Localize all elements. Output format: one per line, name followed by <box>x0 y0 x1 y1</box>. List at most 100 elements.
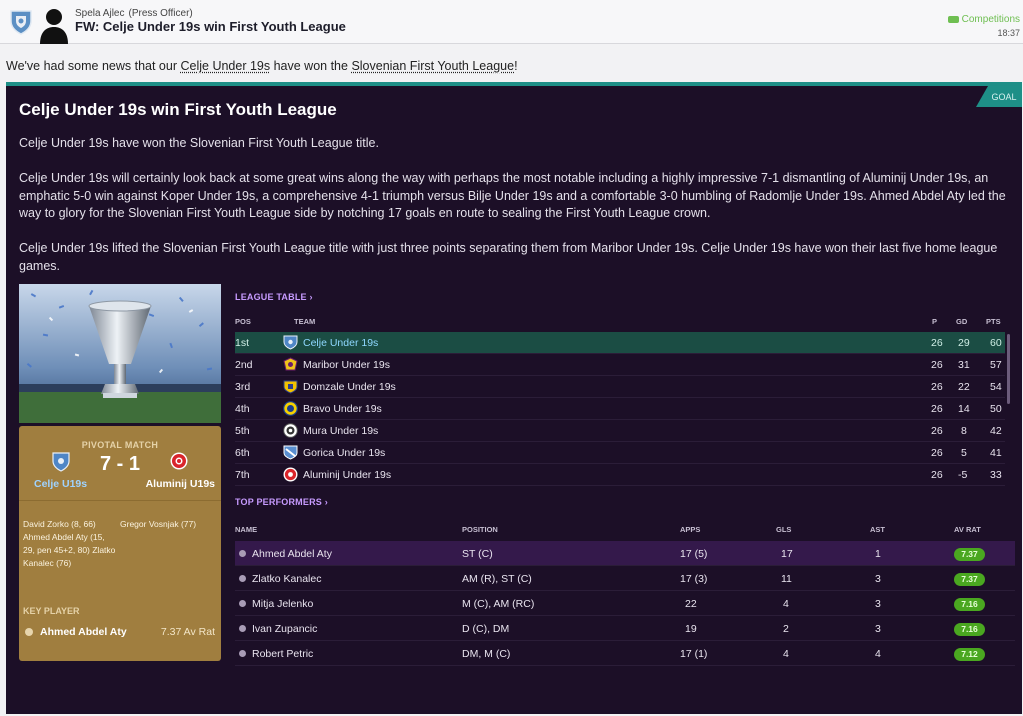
row-pos: 3rd <box>235 381 251 393</box>
pivotal-match-card[interactable]: PIVOTAL MATCH 7 - 1 Celje U19s Aluminij … <box>19 426 221 661</box>
league-table-link[interactable]: LEAGUE TABLE › <box>235 292 313 302</box>
row-team[interactable]: Gorica Under 19s <box>303 447 385 459</box>
row-gd: 14 <box>958 403 970 415</box>
intro-suffix: ! <box>514 59 518 73</box>
article-paragraph: Celje Under 19s have won the Slovenian F… <box>19 136 379 150</box>
player-position: DM, M (C) <box>462 648 511 660</box>
row-p: 26 <box>931 359 943 371</box>
top-performers-link[interactable]: TOP PERFORMERS › <box>235 497 328 507</box>
rating-badge: 7.16 <box>954 598 985 611</box>
row-gd: 29 <box>958 337 970 349</box>
table-row[interactable]: Ahmed Abdel Aty ST (C) 17 (5) 17 1 7.37 <box>235 541 1015 566</box>
gorica-badge-icon <box>283 445 298 460</box>
player-gls: 4 <box>783 648 789 660</box>
table-scrollbar[interactable] <box>1007 334 1010 404</box>
player-gls: 11 <box>781 573 792 585</box>
player-name[interactable]: Zlatko Kanalec <box>252 573 321 585</box>
message-header: Spela Ajlec (Press Officer) FW: Celje Und… <box>0 0 1023 44</box>
table-row[interactable]: 1st Celje Under 19s 26 29 60 <box>235 332 1005 354</box>
news-panel: GOAL Celje Under 19s win First Youth Lea… <box>6 82 1022 714</box>
row-gd: 22 <box>958 381 970 393</box>
player-position: D (C), DM <box>462 623 510 635</box>
key-player-label: KEY PLAYER <box>23 606 80 616</box>
row-team[interactable]: Aluminij Under 19s <box>303 469 391 481</box>
row-team[interactable]: Bravo Under 19s <box>303 403 382 415</box>
player-position: M (C), AM (RC) <box>462 598 535 610</box>
top-performers-rows: Ahmed Abdel Aty ST (C) 17 (5) 17 1 7.37 … <box>235 541 1015 666</box>
table-row[interactable]: Zlatko Kanalec AM (R), ST (C) 17 (3) 11 … <box>235 566 1015 591</box>
player-apps: 22 <box>685 598 697 610</box>
row-pts: 57 <box>990 359 1002 371</box>
sender-name: Spela Ajlec <box>75 8 125 19</box>
col-name: NAME <box>235 525 258 534</box>
top-performers-header: NAME POSITION APPS GLS AST AV RAT <box>235 525 1015 537</box>
home-team-name[interactable]: Celje U19s <box>34 478 87 490</box>
message-subject: FW: Celje Under 19s win First Youth Leag… <box>75 19 346 34</box>
table-row[interactable]: 4th Bravo Under 19s 26 14 50 <box>235 398 1005 420</box>
avatar-silhouette-icon[interactable] <box>37 4 71 44</box>
away-scorers: Gregor Vosnjak (77) <box>120 519 197 529</box>
row-pts: 50 <box>990 403 1002 415</box>
row-pos: 2nd <box>235 359 253 371</box>
away-team-name[interactable]: Aluminij U19s <box>146 478 215 490</box>
celje-badge-icon <box>283 335 298 350</box>
table-row[interactable]: 5th Mura Under 19s 26 8 42 <box>235 420 1005 442</box>
aluminij-badge-icon <box>170 452 188 470</box>
row-gd: 5 <box>961 447 967 459</box>
key-player-name: Ahmed Abdel Aty <box>40 626 127 638</box>
player-name[interactable]: Ahmed Abdel Aty <box>252 548 332 560</box>
row-team[interactable]: Celje Under 19s <box>303 337 378 349</box>
club-shield-icon[interactable] <box>9 9 33 35</box>
table-row[interactable]: Ivan Zupancic D (C), DM 19 2 3 7.16 <box>235 616 1015 641</box>
row-p: 26 <box>931 337 943 349</box>
row-p: 26 <box>931 381 943 393</box>
row-pos: 6th <box>235 447 250 459</box>
row-p: 26 <box>931 403 943 415</box>
chevron-right-icon: › <box>309 292 313 302</box>
row-team[interactable]: Mura Under 19s <box>303 425 378 437</box>
player-name[interactable]: Robert Petric <box>252 648 313 660</box>
row-gd: 8 <box>961 425 967 437</box>
player-apps: 17 (5) <box>680 548 708 560</box>
col-avrat: AV RAT <box>954 525 981 534</box>
player-name[interactable]: Mitja Jelenko <box>252 598 313 610</box>
table-row[interactable]: Mitja Jelenko M (C), AM (RC) 22 4 3 7.16 <box>235 591 1015 616</box>
article-paragraph: Celje Under 19s lifted the Slovenian Fir… <box>19 241 998 273</box>
pivotal-match-label: PIVOTAL MATCH <box>81 440 159 450</box>
player-gls: 4 <box>783 598 789 610</box>
col-gd: GD <box>956 317 968 326</box>
intro-team-link[interactable]: Celje Under 19s <box>180 59 270 73</box>
row-gd: 31 <box>958 359 970 371</box>
row-team[interactable]: Maribor Under 19s <box>303 359 390 371</box>
col-p: P <box>932 317 938 326</box>
competitions-link[interactable]: Competitions <box>947 14 1020 25</box>
sender-role: (Press Officer) <box>128 8 193 19</box>
table-row[interactable]: 2nd Maribor Under 19s 26 31 57 <box>235 354 1005 376</box>
top-performers-title: TOP PERFORMERS <box>235 497 322 507</box>
message-time: 18:37 <box>997 28 1020 38</box>
article-title: Celje Under 19s win First Youth League <box>19 100 337 119</box>
table-row[interactable]: 6th Gorica Under 19s 26 5 41 <box>235 442 1005 464</box>
intro-text: We've had some news that our Celje Under… <box>6 59 518 73</box>
key-player-row[interactable]: Ahmed Abdel Aty 7.37 Av Rat <box>23 626 215 638</box>
col-apps: APPS <box>680 525 701 534</box>
player-name[interactable]: Ivan Zupancic <box>252 623 317 635</box>
intro-competition-link[interactable]: Slovenian First Youth League <box>351 59 514 73</box>
player-ast: 3 <box>875 623 881 635</box>
league-table-title: LEAGUE TABLE <box>235 292 307 302</box>
col-team: TEAM <box>294 317 316 326</box>
table-row[interactable]: 3rd Domzale Under 19s 26 22 54 <box>235 376 1005 398</box>
player-apps: 17 (1) <box>680 648 708 660</box>
player-apps: 19 <box>685 623 697 635</box>
row-pts: 41 <box>990 447 1002 459</box>
row-pts: 60 <box>990 337 1002 349</box>
player-pin-icon <box>239 550 246 557</box>
row-p: 26 <box>931 447 943 459</box>
player-gls: 17 <box>781 548 793 560</box>
sender: Spela Ajlec (Press Officer) <box>75 8 193 19</box>
match-score: 7 - 1 <box>99 453 141 475</box>
table-row[interactable]: Robert Petric DM, M (C) 17 (1) 4 4 7.12 <box>235 641 1015 666</box>
table-row[interactable]: 7th Aluminij Under 19s 26 -5 33 <box>235 464 1005 486</box>
domzale-badge-icon <box>283 380 298 394</box>
row-team[interactable]: Domzale Under 19s <box>303 381 396 393</box>
